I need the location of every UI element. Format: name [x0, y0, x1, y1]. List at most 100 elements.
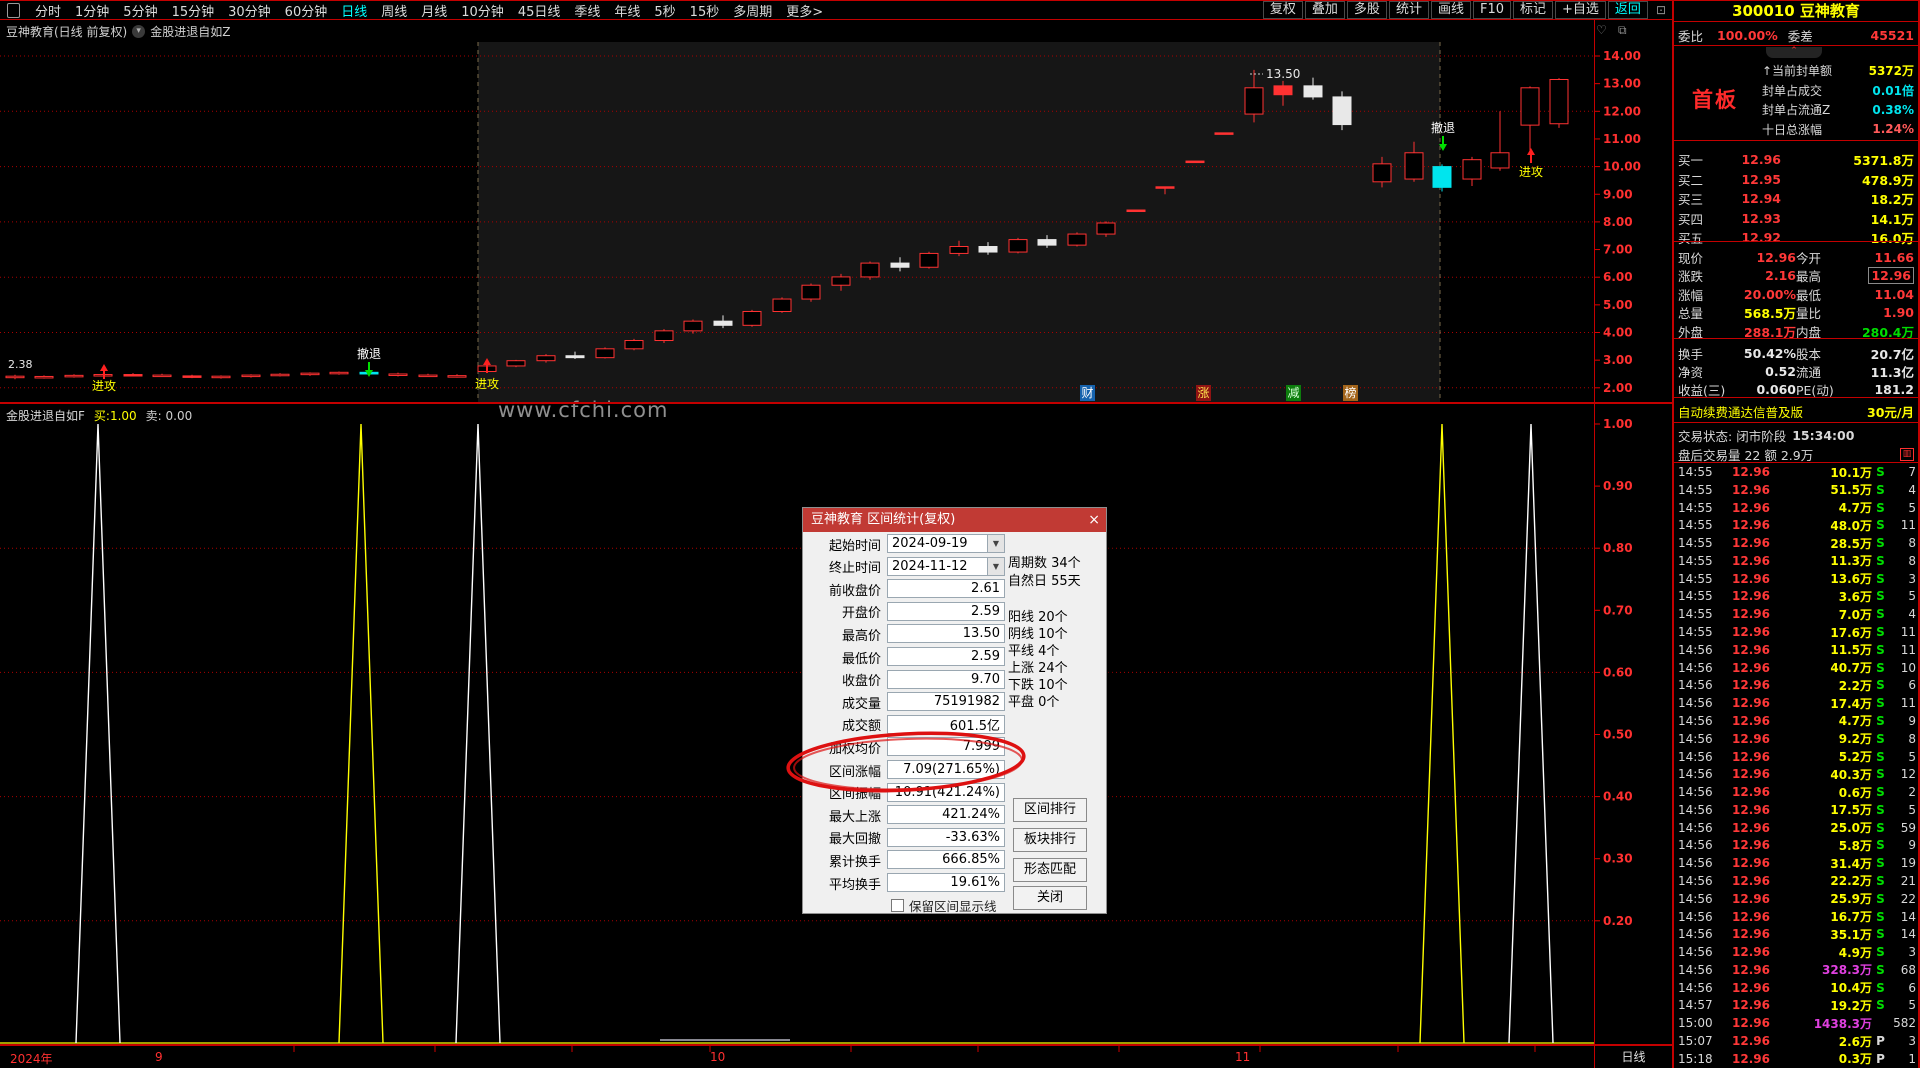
dialog-field-平均换手[interactable]: 19.61% [887, 873, 1005, 892]
dialog-field-终止时间[interactable]: 2024-11-12▼ [887, 557, 1005, 576]
transaction-row[interactable]: 14:5512.9613.6万S3 [1678, 571, 1916, 587]
renew-notice[interactable]: 自动续费通达信普及版 30元/月 [1678, 402, 1914, 421]
toolbar-button-返回[interactable]: 返回 [1608, 1, 1648, 19]
bid-row[interactable]: 买三12.9418.2万 [1678, 189, 1914, 208]
dialog-title[interactable]: 豆神教育 区间统计(复权) [803, 508, 1106, 532]
transaction-row[interactable]: 14:5612.965.8万S9 [1678, 837, 1916, 853]
bid-row[interactable]: 买一12.965371.8万 [1678, 150, 1914, 169]
transaction-row[interactable]: 14:5512.9648.0万S11 [1678, 517, 1916, 533]
dialog-field-最高价[interactable]: 13.50 [887, 624, 1005, 643]
period-1分钟[interactable]: 1分钟 [68, 1, 116, 20]
toolbar-button-标记[interactable]: 标记 [1513, 1, 1553, 19]
transaction-row[interactable]: 15:0012.961438.3万582 [1678, 1015, 1916, 1031]
transaction-row[interactable]: 14:5612.9640.7万S10 [1678, 660, 1916, 676]
volume-chart-icon[interactable]: ▥ [1900, 448, 1914, 461]
interval-statistics-dialog[interactable]: 豆神教育 区间统计(复权) × 起始时间2024-09-19▼终止时间2024-… [802, 507, 1107, 914]
toolbar-button-复权[interactable]: 复权 [1263, 1, 1303, 19]
dialog-field-加权均价[interactable]: 7.999 [887, 737, 1005, 756]
dialog-field-最大上涨[interactable]: 421.24% [887, 805, 1005, 824]
transaction-row[interactable]: 14:5512.9617.6万S11 [1678, 624, 1916, 640]
period-45日线[interactable]: 45日线 [511, 1, 568, 20]
transaction-row[interactable]: 14:5612.9610.4万S6 [1678, 980, 1916, 996]
multi-window-icon[interactable]: ⧉ [1618, 23, 1627, 38]
dialog-button-板块排行[interactable]: 板块排行 [1013, 828, 1087, 852]
event-marker-榜[interactable]: 榜 [1343, 385, 1358, 401]
transaction-row[interactable]: 14:5612.9631.4万S19 [1678, 855, 1916, 871]
subchart-indicator-name[interactable]: 金股进退自如F [6, 407, 85, 424]
period-年线[interactable]: 年线 [607, 1, 647, 20]
period-5秒[interactable]: 5秒 [647, 1, 682, 20]
transaction-row[interactable]: 14:5612.9635.1万S14 [1678, 926, 1916, 942]
dialog-field-成交量[interactable]: 75191982 [887, 692, 1005, 711]
dialog-field-收盘价[interactable]: 9.70 [887, 670, 1005, 689]
period-60分钟[interactable]: 60分钟 [278, 1, 335, 20]
transaction-row[interactable]: 14:5612.964.7万S9 [1678, 713, 1916, 729]
transaction-row[interactable]: 14:5612.9616.7万S14 [1678, 909, 1916, 925]
collapse-tab-icon[interactable]: ⌃ [1766, 47, 1822, 58]
transaction-row[interactable]: 14:5612.965.2万S5 [1678, 749, 1916, 765]
transaction-row[interactable]: 14:5612.960.6万S2 [1678, 784, 1916, 800]
transaction-row[interactable]: 14:5612.9640.3万S12 [1678, 766, 1916, 782]
period-月线[interactable]: 月线 [414, 1, 454, 20]
dialog-field-前收盘价[interactable]: 2.61 [887, 579, 1005, 598]
period-5分钟[interactable]: 5分钟 [116, 1, 164, 20]
toolbar-button-+自选[interactable]: +自选 [1555, 1, 1606, 19]
indicator-menu-icon[interactable]: ▾ [132, 25, 145, 38]
dialog-close-icon[interactable]: × [1088, 508, 1100, 532]
period-多周期[interactable]: 多周期 [726, 1, 779, 20]
period-15秒[interactable]: 15秒 [683, 1, 727, 20]
event-marker-涨[interactable]: 涨 [1196, 385, 1211, 401]
period-30分钟[interactable]: 30分钟 [221, 1, 278, 20]
transaction-row[interactable]: 14:5512.9611.3万S8 [1678, 553, 1916, 569]
transaction-row[interactable]: 15:1812.960.3万P1 [1678, 1051, 1916, 1067]
dialog-field-成交额[interactable]: 601.5亿 [887, 715, 1005, 734]
toolbar-button-F10[interactable]: F10 [1473, 1, 1511, 19]
favorite-heart-icon[interactable]: ♡ [1596, 23, 1607, 37]
transaction-row[interactable]: 14:5612.9625.9万S22 [1678, 891, 1916, 907]
event-marker-财[interactable]: 财 [1080, 385, 1095, 401]
period-分时[interactable]: 分时 [28, 1, 68, 20]
transaction-row[interactable]: 14:5512.9610.1万S7 [1678, 464, 1916, 480]
indicator-name[interactable]: 金股进退自如Z [150, 23, 230, 40]
transaction-row[interactable]: 14:5512.9651.5万S4 [1678, 482, 1916, 498]
period-10分钟[interactable]: 10分钟 [454, 1, 511, 20]
transaction-row[interactable]: 14:5512.9628.5万S8 [1678, 535, 1916, 551]
transaction-row[interactable]: 14:5612.962.2万S6 [1678, 677, 1916, 693]
transaction-row[interactable]: 14:5612.96328.3万S68 [1678, 962, 1916, 978]
transaction-row[interactable]: 14:5612.9617.5万S5 [1678, 802, 1916, 818]
transaction-list[interactable]: 14:5512.9610.1万S7 14:5512.9651.5万S4 14:551… [1678, 464, 1916, 1067]
transaction-row[interactable]: 14:5612.9625.0万S59 [1678, 820, 1916, 836]
transaction-row[interactable]: 15:0712.962.6万P3 [1678, 1033, 1916, 1049]
period-15分钟[interactable]: 15分钟 [165, 1, 222, 20]
dialog-field-累计换手[interactable]: 666.85% [887, 850, 1005, 869]
dialog-field-最低价[interactable]: 2.59 [887, 647, 1005, 666]
dialog-button-形态匹配[interactable]: 形态匹配 [1013, 858, 1087, 882]
dialog-field-开盘价[interactable]: 2.59 [887, 602, 1005, 621]
toolbar-button-统计[interactable]: 统计 [1389, 1, 1429, 19]
period-日线[interactable]: 日线 [334, 1, 374, 20]
transaction-row[interactable]: 14:5612.9622.2万S21 [1678, 873, 1916, 889]
period-季线[interactable]: 季线 [567, 1, 607, 20]
checkbox-box[interactable] [891, 899, 904, 912]
event-marker-减[interactable]: 减 [1286, 385, 1301, 401]
keep-range-checkbox[interactable]: 保留区间显示线 [891, 896, 997, 915]
dialog-field-最大回撤[interactable]: -33.63% [887, 828, 1005, 847]
layout-icon[interactable] [7, 3, 20, 18]
bid-row[interactable]: 买二12.95478.9万 [1678, 170, 1914, 189]
dialog-button-区间排行[interactable]: 区间排行 [1013, 798, 1087, 822]
transaction-row[interactable]: 14:5612.9611.5万S11 [1678, 642, 1916, 658]
bid-row[interactable]: 买五12.9216.0万 [1678, 228, 1914, 247]
dialog-field-区间振幅[interactable]: 10.91(421.24%) [887, 783, 1005, 802]
transaction-row[interactable]: 14:5512.964.7万S5 [1678, 500, 1916, 516]
toolbar-button-叠加[interactable]: 叠加 [1305, 1, 1345, 19]
dialog-button-关闭[interactable]: 关闭 [1013, 886, 1087, 910]
bid-row[interactable]: 买四12.9314.1万 [1678, 209, 1914, 228]
period-周线[interactable]: 周线 [374, 1, 414, 20]
dropdown-arrow-icon[interactable]: ▼ [987, 535, 1004, 552]
dropdown-arrow-icon[interactable]: ▼ [987, 558, 1004, 575]
toolbar-button-画线[interactable]: 画线 [1431, 1, 1471, 19]
transaction-row[interactable]: 14:5612.969.2万S8 [1678, 731, 1916, 747]
transaction-row[interactable]: 14:5512.967.0万S4 [1678, 606, 1916, 622]
period-更多>[interactable]: 更多> [779, 1, 830, 20]
toolbar-button-多股[interactable]: 多股 [1347, 1, 1387, 19]
